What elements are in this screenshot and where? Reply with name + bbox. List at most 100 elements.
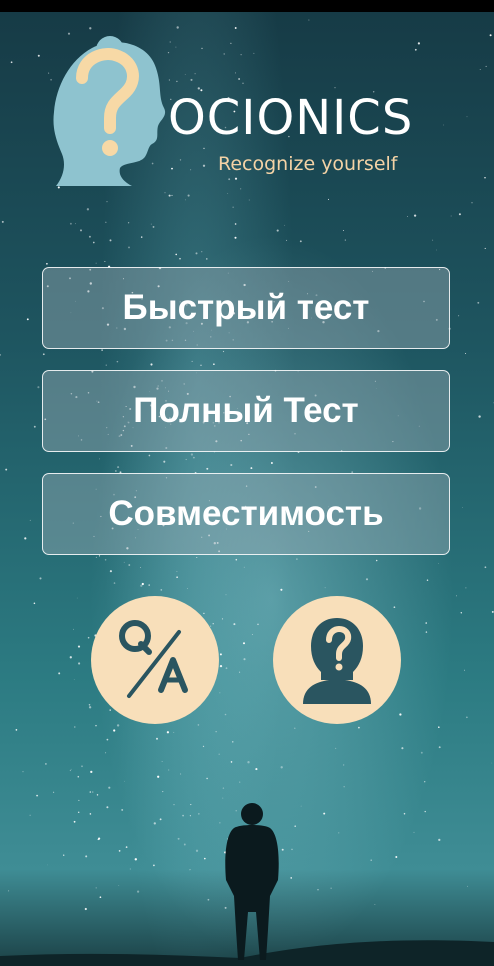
star	[33, 602, 36, 605]
full-test-button[interactable]: Полный Тест	[42, 370, 450, 452]
star	[47, 864, 49, 866]
star	[190, 453, 194, 456]
person-question-icon	[303, 618, 371, 704]
star	[465, 353, 467, 354]
qa-button[interactable]	[91, 596, 219, 724]
star	[81, 765, 83, 768]
star	[176, 576, 178, 579]
star	[239, 781, 241, 783]
star	[227, 193, 229, 194]
star	[424, 781, 426, 783]
star	[420, 751, 423, 754]
star	[294, 727, 296, 729]
star	[179, 257, 181, 260]
star	[148, 454, 151, 457]
star	[140, 584, 143, 587]
star	[76, 597, 78, 599]
star	[201, 251, 203, 253]
star	[73, 679, 75, 680]
star	[123, 561, 125, 563]
qa-icon	[119, 620, 188, 698]
star	[280, 588, 283, 591]
star	[462, 507, 463, 508]
star	[438, 726, 440, 728]
star	[92, 241, 95, 244]
quick-test-button[interactable]: Быстрый тест	[42, 267, 450, 349]
star	[46, 262, 48, 265]
profile-button[interactable]	[273, 596, 401, 724]
person-silhouette	[225, 803, 279, 960]
star	[370, 859, 372, 861]
star	[150, 363, 153, 366]
star	[375, 559, 378, 562]
star	[426, 579, 429, 581]
star	[156, 737, 158, 740]
star	[70, 768, 72, 770]
star	[140, 567, 141, 568]
app-logo: OCIONICS Recognize yourself	[52, 30, 452, 190]
star	[98, 555, 101, 557]
star	[160, 589, 163, 591]
star	[435, 249, 437, 251]
star	[234, 236, 237, 239]
star	[193, 456, 195, 459]
compatibility-button[interactable]: Совместимость	[42, 473, 450, 555]
star	[37, 386, 40, 389]
star	[489, 34, 492, 37]
star	[458, 315, 460, 317]
star	[221, 618, 224, 620]
star	[280, 766, 283, 769]
star	[159, 818, 162, 821]
star	[109, 570, 112, 573]
star	[105, 221, 107, 223]
star	[185, 458, 187, 461]
star	[395, 856, 398, 858]
star	[101, 349, 103, 351]
star	[150, 223, 152, 225]
star	[219, 822, 221, 824]
star	[69, 656, 72, 659]
star	[118, 850, 121, 852]
star	[234, 223, 237, 225]
full-test-label: Полный Тест	[133, 391, 359, 430]
star	[168, 769, 170, 771]
star	[290, 877, 293, 879]
star	[128, 564, 131, 566]
star	[327, 198, 330, 200]
star	[338, 832, 340, 834]
star	[189, 815, 191, 817]
star	[89, 813, 92, 815]
star	[73, 820, 76, 823]
star	[195, 252, 198, 255]
star	[251, 634, 253, 635]
star	[424, 810, 426, 813]
star	[116, 360, 119, 363]
star	[48, 72, 50, 74]
star	[73, 628, 74, 630]
star	[98, 837, 101, 840]
star	[215, 731, 217, 733]
star	[484, 247, 486, 249]
star	[5, 468, 8, 471]
star	[403, 812, 406, 815]
star	[116, 724, 120, 727]
star	[308, 19, 310, 21]
star	[323, 812, 326, 815]
star	[343, 764, 345, 766]
star	[8, 890, 10, 892]
star	[225, 667, 228, 670]
star	[243, 658, 246, 661]
star	[123, 780, 125, 782]
star	[250, 467, 253, 470]
star	[24, 537, 27, 540]
star	[222, 797, 224, 799]
star	[106, 201, 108, 203]
star	[187, 194, 190, 197]
star	[128, 246, 130, 249]
star	[152, 225, 155, 228]
star	[134, 858, 137, 861]
star	[137, 890, 140, 893]
star	[479, 69, 481, 70]
star	[189, 869, 191, 871]
star	[36, 794, 39, 797]
